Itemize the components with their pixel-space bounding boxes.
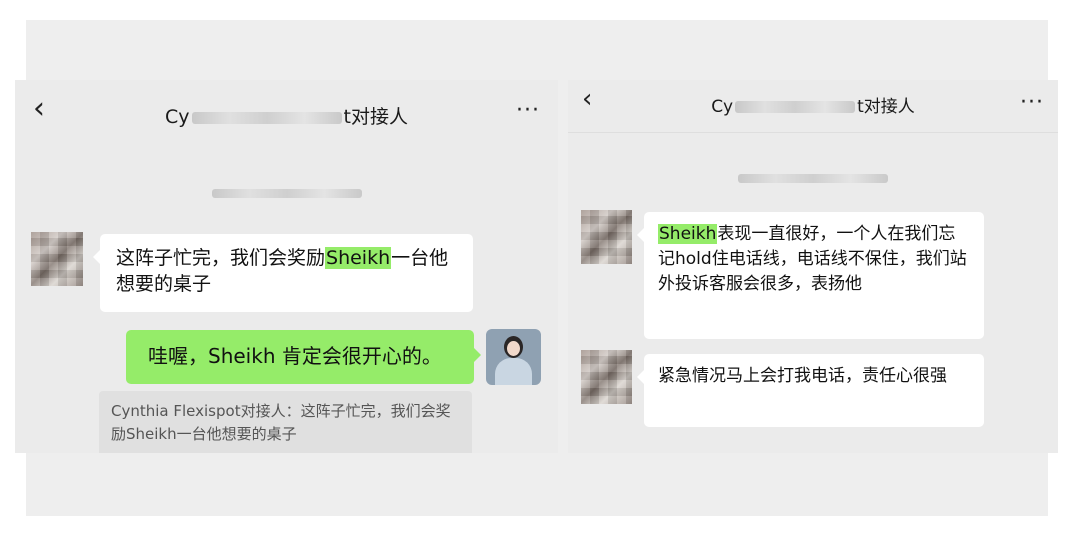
avatar-figure bbox=[495, 358, 532, 385]
message-bubble-received[interactable]: 紧急情况马上会打我电话，责任心很强 bbox=[637, 354, 984, 427]
chat-title-suffix: t对接人 bbox=[343, 106, 408, 128]
quoted-reply[interactable]: Cynthia Flexispot对接人：这阵子忙完，我们会奖励Sheikh一台… bbox=[99, 391, 472, 453]
chat-panel-right: ‹ Cy t对接人 ··· Sheikh表现一直很好，一个人在我们忘记hold住电… bbox=[568, 80, 1058, 453]
message-bubble-sent[interactable]: 哇喔，Sheikh 肯定会很开心的。 bbox=[126, 330, 481, 384]
message-bubble-received[interactable]: 这阵子忙完，我们会奖励Sheikh一台他想要的桌子 bbox=[93, 234, 473, 312]
chat-title: Cy t对接人 bbox=[15, 102, 558, 129]
quoted-text: Cynthia Flexispot对接人：这阵子忙完，我们会奖励Sheikh一台… bbox=[111, 402, 451, 443]
more-options-icon[interactable]: ··· bbox=[1020, 90, 1044, 115]
chat-title-prefix: Cy bbox=[711, 97, 734, 117]
redacted-timestamp bbox=[211, 189, 362, 198]
highlighted-term: Sheikh bbox=[658, 224, 718, 244]
chat-header: ‹ Cy t对接人 ··· bbox=[15, 80, 558, 144]
redacted-timestamp bbox=[738, 174, 888, 183]
timestamp bbox=[15, 183, 558, 202]
avatar[interactable] bbox=[581, 350, 632, 404]
more-options-icon[interactable]: ··· bbox=[516, 98, 540, 123]
chat-header: ‹ Cy t对接人 ··· bbox=[568, 80, 1058, 133]
message-text: 这阵子忙完，我们会奖励 bbox=[116, 247, 326, 269]
avatar[interactable] bbox=[486, 329, 541, 385]
chat-panel-left: ‹ Cy t对接人 ··· 这阵子忙完，我们会奖励Sheikh一台他想要的桌子 哇… bbox=[15, 80, 558, 453]
redacted-name bbox=[735, 101, 856, 113]
message-bubble-received[interactable]: Sheikh表现一直很好，一个人在我们忘记hold住电话线，电话线不保住，我们站… bbox=[637, 212, 984, 339]
redacted-name bbox=[191, 111, 342, 124]
chat-title-suffix: t对接人 bbox=[857, 97, 915, 117]
message-text: 紧急情况马上会打我电话，责任心很强 bbox=[658, 366, 947, 386]
message-text: 哇喔，Sheikh 肯定会很开心的。 bbox=[148, 344, 442, 368]
avatar[interactable] bbox=[581, 210, 632, 264]
avatar[interactable] bbox=[31, 232, 83, 286]
chat-title-prefix: Cy bbox=[165, 106, 190, 128]
chat-title: Cy t对接人 bbox=[568, 92, 1058, 117]
highlighted-term: Sheikh bbox=[325, 247, 392, 269]
timestamp bbox=[568, 168, 1058, 187]
